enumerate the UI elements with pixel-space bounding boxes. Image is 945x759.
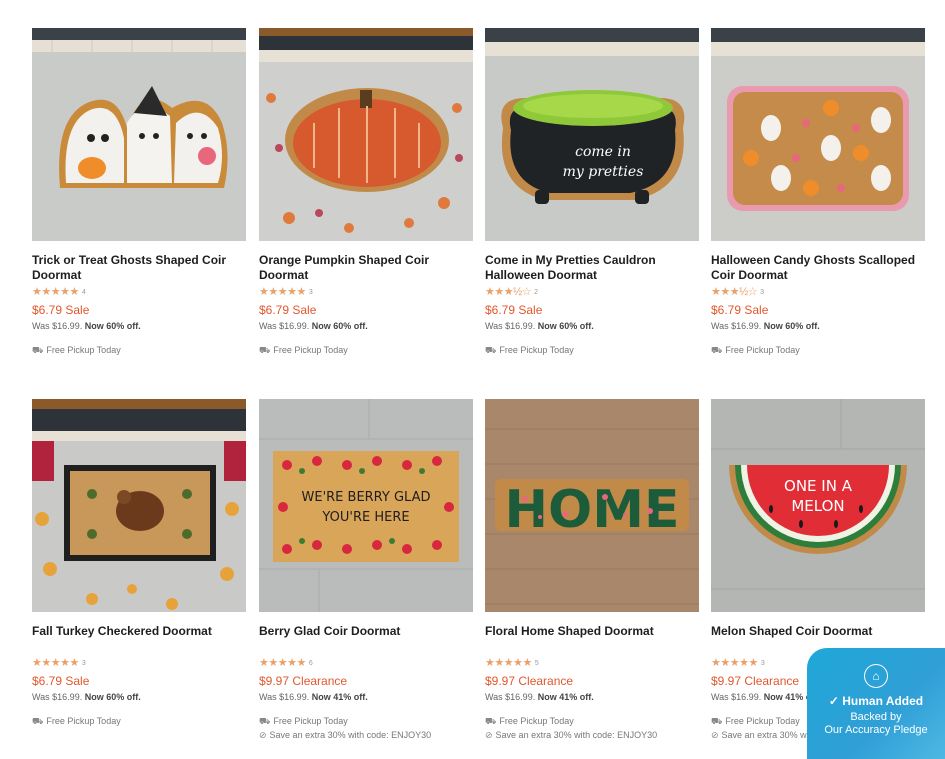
- product-image[interactable]: ONE IN A MELON: [711, 399, 925, 612]
- product-image[interactable]: [32, 399, 246, 612]
- star-rating-icon: ★★★½☆: [711, 286, 758, 298]
- car-icon: ⛟: [32, 345, 44, 355]
- mat-text: HOME: [505, 480, 680, 540]
- product-card[interactable]: Trick or Treat Ghosts Shaped Coir Doorma…: [32, 28, 246, 356]
- rating: ★★★★★ 3: [259, 286, 473, 298]
- product-card[interactable]: Orange Pumpkin Shaped Coir Doormat ★★★★★…: [259, 28, 473, 356]
- was-price: Was $16.99. Now 60% off.: [259, 321, 368, 331]
- review-count: 3: [81, 659, 86, 667]
- review-count: 6: [308, 659, 313, 667]
- product-title[interactable]: Berry Glad Coir Doormat: [259, 624, 473, 654]
- price: $6.79 Sale: [32, 674, 90, 688]
- product-title[interactable]: Trick or Treat Ghosts Shaped Coir Doorma…: [32, 253, 246, 283]
- price: $6.79 Sale: [259, 303, 317, 317]
- pickup-info: ⛟ Free Pickup Today: [711, 345, 800, 355]
- pickup-info: ⛟ Free Pickup Today: [259, 345, 348, 355]
- check-circle-icon: ✓: [828, 694, 839, 708]
- badge-title: ✓ Human Added: [828, 694, 924, 708]
- star-rating-icon: ★★★★★: [259, 657, 306, 669]
- product-image[interactable]: HOME: [485, 399, 699, 612]
- tag-icon: ⊘: [711, 730, 719, 740]
- was-price: Was $16.99. Now 60% off.: [32, 692, 141, 702]
- review-count: 3: [760, 659, 765, 667]
- product-title[interactable]: Halloween Candy Ghosts Scalloped Coir Do…: [711, 253, 925, 283]
- rating: ★★★★★ 3: [32, 657, 246, 669]
- price: $6.79 Sale: [711, 303, 769, 317]
- tag-icon: ⊘: [485, 730, 493, 740]
- home-icon: ⌂: [864, 664, 888, 688]
- product-image[interactable]: come in my pretties: [485, 28, 699, 241]
- product-card[interactable]: come in my pretties Come in My Pretties …: [485, 28, 699, 356]
- review-count: 5: [534, 659, 539, 667]
- rating: ★★★½☆ 3: [711, 286, 925, 298]
- pickup-info: ⛟ Free Pickup Today: [32, 345, 121, 355]
- review-count: 3: [308, 288, 313, 296]
- price: $9.97 Clearance: [485, 674, 574, 688]
- product-card[interactable]: WE'RE BERRY GLAD YOU'RE HERE Berry Glad …: [259, 399, 473, 741]
- product-title[interactable]: Orange Pumpkin Shaped Coir Doormat: [259, 253, 473, 283]
- star-rating-icon: ★★★★★: [32, 657, 79, 669]
- was-price: Was $16.99. Now 41% off.: [485, 692, 594, 702]
- star-rating-icon: ★★★★★: [711, 657, 758, 669]
- price: $6.79 Sale: [485, 303, 543, 317]
- car-icon: ⛟: [711, 345, 723, 355]
- promo-code: ⊘ Save an extra 30% with code: ENJOY30: [259, 730, 432, 740]
- rating: ★★★½☆ 2: [485, 286, 699, 298]
- product-image[interactable]: [711, 28, 925, 241]
- star-rating-icon: ★★★★★: [259, 286, 306, 298]
- mat-text: YOU'RE HERE: [321, 510, 409, 525]
- review-count: 3: [760, 288, 765, 296]
- product-image[interactable]: [259, 28, 473, 241]
- accuracy-pledge-badge[interactable]: ⌂ ✓ Human Added Backed by Our Accuracy Pl…: [807, 648, 945, 759]
- star-rating-icon: ★★★★★: [485, 657, 532, 669]
- pickup-info: ⛟ Free Pickup Today: [32, 716, 121, 726]
- was-price: Was $16.99. Now 60% off.: [711, 321, 820, 331]
- mat-text: come in: [575, 144, 631, 160]
- mat-text: WE'RE BERRY GLAD: [302, 490, 431, 505]
- product-title[interactable]: Fall Turkey Checkered Doormat: [32, 624, 246, 654]
- review-count: 4: [81, 288, 86, 296]
- star-rating-icon: ★★★★★: [32, 286, 79, 298]
- product-image[interactable]: WE'RE BERRY GLAD YOU'RE HERE: [259, 399, 473, 612]
- car-icon: ⛟: [711, 716, 723, 726]
- product-image[interactable]: [32, 28, 246, 241]
- product-title[interactable]: Floral Home Shaped Doormat: [485, 624, 699, 654]
- product-card[interactable]: HOME Floral Home Shaped Doormat ★★★★★ 5 $…: [485, 399, 699, 741]
- mat-text: my pretties: [563, 164, 644, 180]
- car-icon: ⛟: [32, 716, 44, 726]
- car-icon: ⛟: [485, 345, 497, 355]
- product-card[interactable]: Fall Turkey Checkered Doormat ★★★★★ 3 $6.…: [32, 399, 246, 727]
- mat-text: ONE IN A: [784, 477, 853, 495]
- mat-text: MELON: [791, 497, 844, 515]
- was-price: Was $16.99. Now 60% off.: [485, 321, 594, 331]
- price: $6.79 Sale: [32, 303, 90, 317]
- was-price: Was $16.99. Now 41% off.: [259, 692, 368, 702]
- review-count: 2: [534, 288, 539, 296]
- pickup-info: ⛟ Free Pickup Today: [259, 716, 348, 726]
- pickup-info: ⛟ Free Pickup Today: [485, 345, 574, 355]
- pickup-info: ⛟ Free Pickup Today: [485, 716, 574, 726]
- badge-subtitle: Backed by Our Accuracy Pledge: [824, 711, 928, 736]
- car-icon: ⛟: [259, 716, 271, 726]
- car-icon: ⛟: [259, 345, 271, 355]
- rating: ★★★★★ 4: [32, 286, 246, 298]
- product-card[interactable]: Halloween Candy Ghosts Scalloped Coir Do…: [711, 28, 925, 356]
- rating: ★★★★★ 6: [259, 657, 473, 669]
- product-title[interactable]: Come in My Pretties Cauldron Halloween D…: [485, 253, 699, 283]
- star-rating-icon: ★★★½☆: [485, 286, 532, 298]
- rating: ★★★★★ 5: [485, 657, 699, 669]
- promo-code: ⊘ Save an extra 30% with code: ENJOY30: [485, 730, 658, 740]
- car-icon: ⛟: [485, 716, 497, 726]
- price: $9.97 Clearance: [259, 674, 348, 688]
- tag-icon: ⊘: [259, 730, 267, 740]
- was-price: Was $16.99. Now 60% off.: [32, 321, 141, 331]
